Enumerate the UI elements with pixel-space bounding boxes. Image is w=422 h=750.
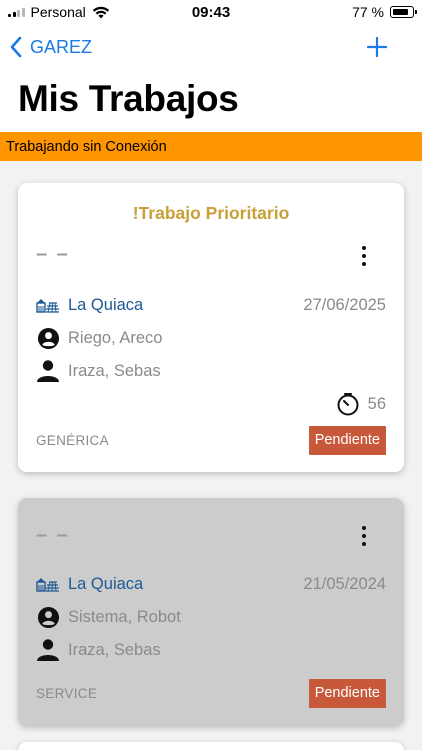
job-card-partial[interactable]	[18, 742, 404, 750]
client-avatar-icon	[36, 326, 60, 350]
more-options-button[interactable]	[356, 525, 372, 547]
farm-icon	[36, 572, 60, 596]
location-name: La Quiaca	[68, 295, 144, 314]
status-bar: Personal 09:43 77 %	[0, 0, 422, 26]
person-icon	[36, 359, 60, 383]
person-icon	[36, 638, 60, 662]
timer-row: 56	[336, 392, 386, 416]
assignee-name: Iraza, Sebas	[68, 361, 161, 380]
assignee-row: Iraza, Sebas	[36, 638, 386, 662]
location-name: La Quiaca	[68, 574, 144, 593]
client-avatar-icon	[36, 605, 60, 629]
chevron-left-icon	[10, 36, 22, 58]
farm-icon	[36, 293, 60, 317]
assignee-row: Iraza, Sebas	[36, 359, 386, 383]
timer-icon	[337, 393, 359, 416]
offline-banner: Trabajando sin Conexión	[0, 132, 422, 161]
battery-icon	[390, 6, 417, 18]
client-name: Riego, Areco	[68, 328, 163, 347]
back-button[interactable]: GAREZ	[10, 36, 92, 58]
job-code: – –	[36, 524, 70, 546]
priority-label: !Trabajo Prioritario	[132, 203, 290, 223]
location-row: La Quiaca 27/06/2025	[36, 293, 386, 317]
job-type: SERVICE	[36, 686, 98, 701]
page-title: Mis Trabajos	[18, 78, 239, 119]
job-card[interactable]: !Trabajo Prioritario – – La Quiaca 27/06…	[18, 183, 404, 472]
navigation-bar: GAREZ Mis Trabajos	[0, 26, 422, 132]
back-label: GAREZ	[30, 36, 93, 57]
app-screen: Personal 09:43 77 % GAREZ Mis Trabajos T…	[0, 0, 422, 750]
job-type: GENÉRICA	[36, 433, 109, 448]
job-date: 21/05/2024	[303, 574, 386, 593]
location-row: La Quiaca 21/05/2024	[36, 572, 386, 596]
assignee-name: Iraza, Sebas	[68, 640, 161, 659]
battery-percent: 77 %	[352, 4, 384, 20]
more-options-button[interactable]	[356, 245, 372, 267]
job-card[interactable]: – – La Quiaca 21/05/2024 Sistema, Robot …	[18, 498, 404, 726]
client-row: Sistema, Robot	[36, 605, 386, 629]
job-date: 27/06/2025	[303, 295, 386, 314]
status-badge: Pendiente	[308, 679, 386, 708]
client-row: Riego, Areco	[36, 326, 386, 350]
job-code: – –	[36, 243, 70, 265]
status-badge: Pendiente	[308, 426, 386, 455]
timer-value: 56	[367, 394, 386, 413]
plus-icon[interactable]	[366, 34, 388, 60]
status-right: 77 %	[352, 4, 417, 20]
client-name: Sistema, Robot	[68, 607, 181, 626]
